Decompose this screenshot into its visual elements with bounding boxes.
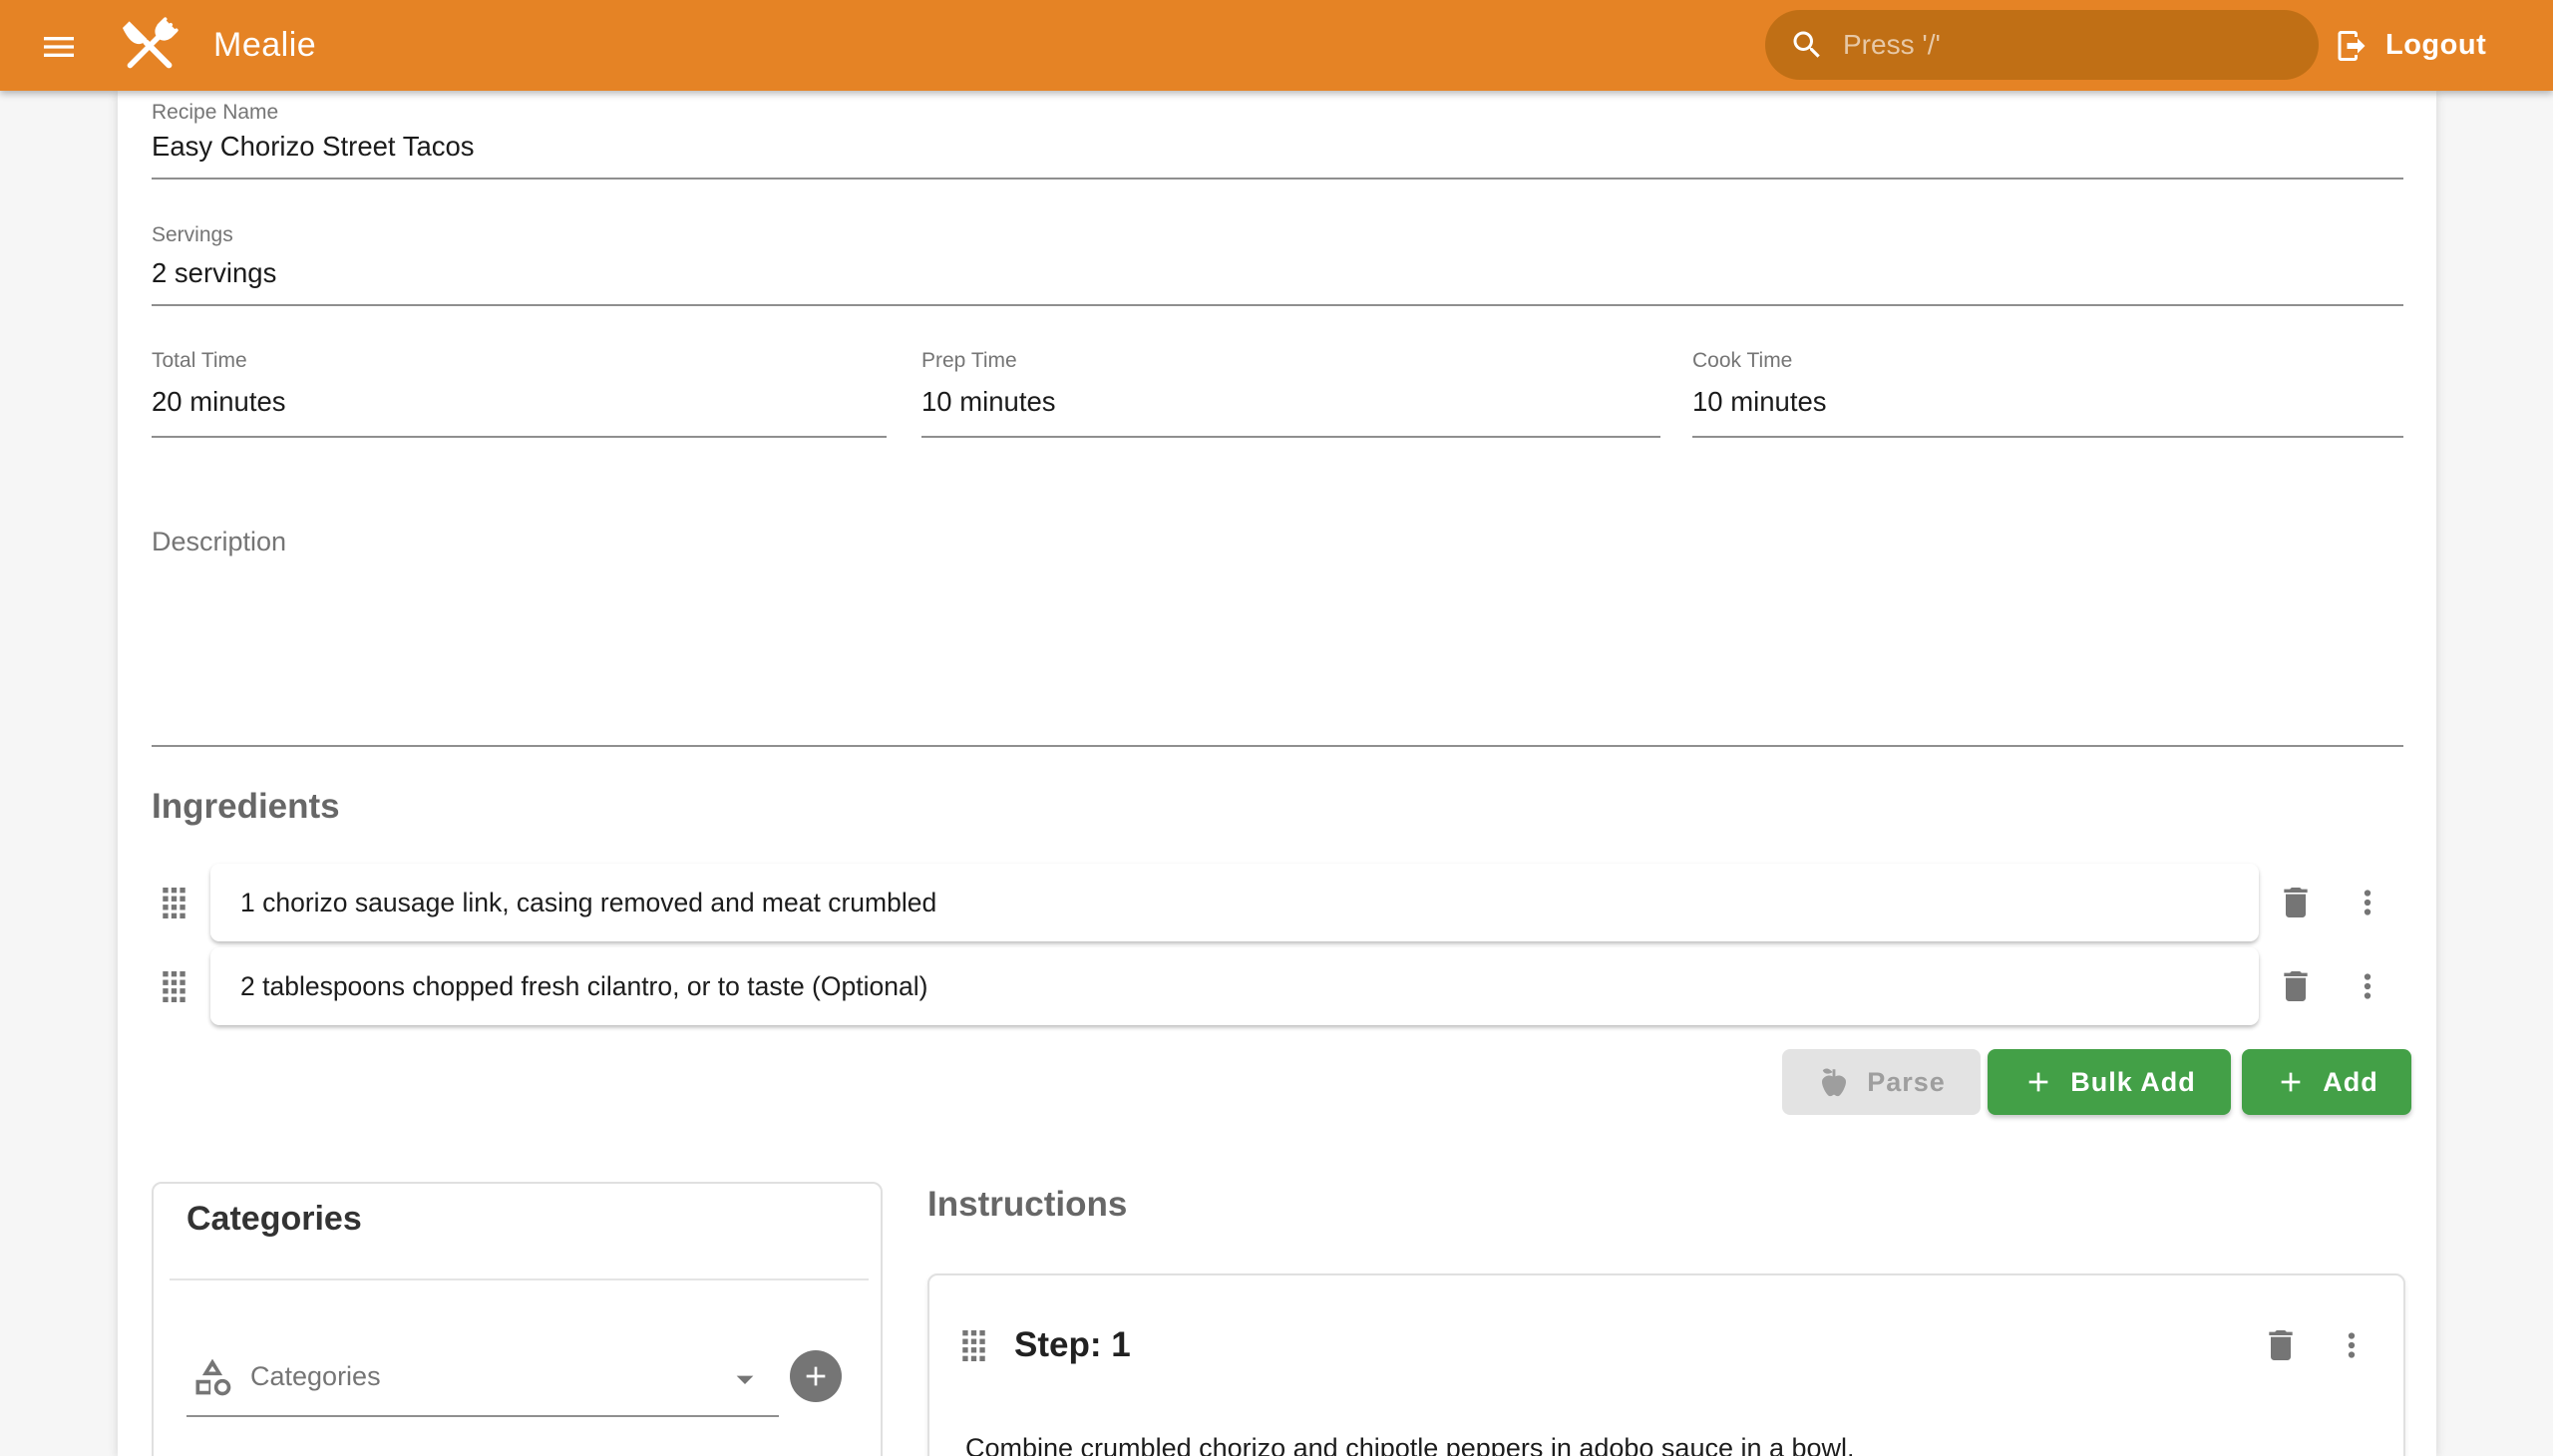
shapes-icon [190, 1355, 234, 1399]
total-time-underline [152, 436, 887, 438]
recipe-editor-card: Recipe Name Easy Chorizo Street Tacos Se… [118, 91, 2436, 1456]
kebab-menu-icon [2333, 1326, 2371, 1364]
drag-handle-icon[interactable] [162, 971, 186, 1002]
logout-button[interactable]: Logout [2334, 0, 2486, 91]
plus-icon [2275, 1066, 2307, 1098]
search-input[interactable]: Press '/' [1765, 10, 2319, 80]
kebab-menu-icon [2349, 967, 2386, 1005]
trash-icon [2276, 966, 2316, 1006]
categories-heading: Categories [186, 1200, 362, 1239]
recipe-name-label: Recipe Name [152, 101, 278, 125]
kebab-menu-icon [2349, 884, 2386, 921]
instructions-heading: Instructions [927, 1185, 1127, 1225]
delete-step-button[interactable] [2257, 1321, 2305, 1369]
instruction-step-card: Step: 1 Combine crumbled chorizo and chi… [927, 1274, 2405, 1456]
add-category-button[interactable] [790, 1350, 842, 1402]
ingredient-menu-button[interactable] [2344, 879, 2391, 926]
categories-select-label: Categories [250, 1361, 381, 1392]
step-menu-button[interactable] [2328, 1321, 2375, 1369]
hamburger-menu-icon [39, 27, 79, 67]
apple-icon [1817, 1065, 1851, 1099]
ingredient-input[interactable]: 2 tablespoons chopped fresh cilantro, or… [210, 947, 2259, 1025]
app-title: Mealie [213, 26, 316, 65]
app-header: Mealie Press '/' Logout [0, 0, 2553, 91]
categories-card: Categories Categories [152, 1182, 883, 1456]
hamburger-menu-button[interactable] [36, 24, 82, 70]
prep-time-underline [921, 436, 1660, 438]
plus-icon [2022, 1066, 2054, 1098]
categories-select[interactable]: Categories [186, 1333, 779, 1417]
trash-icon [2261, 1325, 2301, 1365]
prep-time-input[interactable]: 10 minutes [921, 386, 1660, 418]
total-time-input[interactable]: 20 minutes [152, 386, 887, 418]
recipe-name-underline [152, 178, 2403, 180]
bulk-add-button[interactable]: Bulk Add [1988, 1049, 2231, 1115]
delete-ingredient-button[interactable] [2272, 879, 2320, 926]
plus-icon [800, 1360, 832, 1392]
parse-button[interactable]: Parse [1782, 1049, 1981, 1115]
cook-time-label: Cook Time [1692, 349, 1792, 373]
servings-input[interactable]: 2 servings [152, 257, 2403, 289]
prep-time-label: Prep Time [921, 349, 1017, 373]
step-text-input[interactable]: Combine crumbled chorizo and chipotle pe… [965, 1433, 2371, 1456]
parse-button-label: Parse [1867, 1067, 1946, 1098]
bulk-add-button-label: Bulk Add [2070, 1067, 2196, 1098]
ingredient-input[interactable]: 1 chorizo sausage link, casing removed a… [210, 864, 2259, 941]
ingredients-heading: Ingredients [152, 787, 340, 827]
search-icon [1789, 27, 1825, 63]
step-title: Step: 1 [1014, 1325, 1131, 1365]
description-label: Description [152, 520, 2403, 557]
ingredient-menu-button[interactable] [2344, 962, 2391, 1010]
logout-icon [2334, 28, 2370, 64]
delete-ingredient-button[interactable] [2272, 962, 2320, 1010]
cook-time-underline [1692, 436, 2403, 438]
recipe-name-input[interactable]: Easy Chorizo Street Tacos [152, 131, 2403, 163]
trash-icon [2276, 883, 2316, 922]
drag-handle-icon[interactable] [961, 1330, 986, 1361]
categories-divider [170, 1278, 869, 1280]
fork-knife-logo-icon [114, 9, 185, 83]
servings-underline [152, 304, 2403, 306]
categories-select-underline [186, 1415, 779, 1417]
logout-label: Logout [2385, 29, 2486, 62]
description-textarea[interactable]: Description [152, 520, 2403, 747]
search-placeholder: Press '/' [1843, 29, 1941, 61]
add-ingredient-button[interactable]: Add [2242, 1049, 2411, 1115]
chevron-down-icon [725, 1359, 765, 1399]
total-time-label: Total Time [152, 349, 247, 373]
add-button-label: Add [2323, 1067, 2377, 1098]
servings-label: Servings [152, 223, 233, 247]
drag-handle-icon[interactable] [162, 888, 186, 918]
description-underline [152, 745, 2403, 747]
cook-time-input[interactable]: 10 minutes [1692, 386, 2403, 418]
